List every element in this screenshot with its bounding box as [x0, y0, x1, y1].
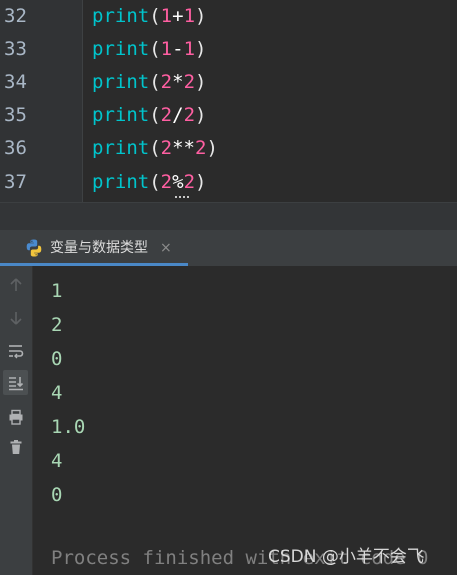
output-line: 4	[51, 450, 63, 472]
line-number: 36	[4, 137, 27, 159]
output-line: 1	[51, 280, 63, 302]
number-literal: 2	[183, 104, 196, 126]
number-literal: 1	[160, 38, 173, 60]
code-text[interactable]: print(1+1)	[92, 0, 206, 33]
number-literal: 1	[160, 5, 173, 27]
line-number: 34	[4, 71, 27, 93]
scroll-to-end-icon	[8, 376, 23, 390]
number-literal: 2	[160, 171, 173, 193]
clear-button[interactable]	[3, 434, 28, 459]
scroll-to-end-button[interactable]	[3, 370, 28, 395]
number-literal: 2	[195, 137, 207, 159]
print-button[interactable]	[3, 404, 28, 429]
paren-close: )	[195, 5, 207, 27]
paren-close: )	[206, 137, 218, 159]
number-literal: 2	[183, 171, 196, 193]
code-text[interactable]: print(2*2)	[92, 66, 206, 99]
code-text[interactable]: print(2%2)	[92, 166, 206, 199]
code-line[interactable]: 37 print(2%2)	[0, 166, 457, 199]
function-name: print	[92, 171, 150, 193]
run-tab[interactable]: 变量与数据类型 ×	[0, 230, 188, 266]
code-line[interactable]: 35 print(2/2)	[0, 99, 457, 132]
paren-open: (	[149, 38, 161, 60]
line-number: 33	[4, 38, 27, 60]
function-name: print	[92, 38, 150, 60]
run-tab-label: 变量与数据类型	[50, 240, 148, 256]
watermark: CSDN @小羊不会飞	[268, 547, 424, 567]
operator: **	[172, 137, 195, 159]
trash-icon	[10, 439, 21, 454]
paren-open: (	[149, 5, 161, 27]
paren-open: (	[149, 104, 161, 126]
function-name: print	[92, 71, 150, 93]
operator: -	[172, 38, 184, 60]
paren-close: )	[195, 71, 207, 93]
paren-open: (	[149, 71, 161, 93]
code-line[interactable]: 36 print(2**2)	[0, 132, 457, 165]
run-tab-bar: 变量与数据类型 ×	[0, 230, 457, 266]
output-line: 0	[51, 484, 63, 506]
code-line[interactable]: 32 print(1+1)	[0, 0, 457, 33]
output-line: 0	[51, 348, 63, 370]
number-literal: 1	[183, 38, 196, 60]
run-toolbar	[0, 266, 33, 575]
up-button[interactable]	[3, 272, 28, 297]
arrow-up-icon	[9, 277, 22, 291]
line-number: 35	[4, 104, 27, 126]
number-literal: 2	[160, 137, 173, 159]
operator: *	[172, 71, 184, 93]
inspection-squiggle	[175, 192, 189, 198]
output-line: 1.0	[51, 416, 86, 438]
paren-open: (	[149, 137, 161, 159]
soft-wrap-button[interactable]	[3, 338, 28, 363]
code-text[interactable]: print(1-1)	[92, 33, 206, 66]
soft-wrap-icon	[8, 344, 23, 358]
function-name: print	[92, 137, 150, 159]
code-line[interactable]: 34 print(2*2)	[0, 66, 457, 99]
number-literal: 2	[183, 71, 196, 93]
close-icon[interactable]: ×	[160, 230, 172, 266]
number-literal: 2	[160, 104, 173, 126]
line-number: 37	[4, 171, 27, 193]
function-name: print	[92, 5, 150, 27]
down-button[interactable]	[3, 305, 28, 330]
output-line: 4	[51, 382, 63, 404]
print-icon	[9, 409, 22, 425]
line-number: 32	[4, 5, 27, 27]
paren-close: )	[195, 38, 207, 60]
function-name: print	[92, 104, 150, 126]
number-literal: 1	[183, 5, 196, 27]
operator: /	[172, 104, 184, 126]
paren-close: )	[195, 104, 207, 126]
code-text[interactable]: print(2**2)	[92, 132, 218, 165]
number-literal: 2	[160, 71, 173, 93]
paren-close: )	[195, 171, 207, 193]
arrow-down-icon	[9, 311, 22, 325]
output-line: 2	[51, 314, 63, 336]
python-icon	[26, 239, 42, 257]
editor-status-strip	[0, 202, 457, 232]
code-editor[interactable]: 32 print(1+1) 33 print(1-1) 34 print(2*2…	[0, 0, 457, 202]
operator: +	[172, 5, 184, 27]
code-text[interactable]: print(2/2)	[92, 99, 206, 132]
paren-open: (	[149, 171, 161, 193]
operator: %	[172, 171, 184, 193]
code-line[interactable]: 33 print(1-1)	[0, 33, 457, 66]
console-output[interactable]: 1 2 0 4 1.0 4 0 Process finished with ex…	[33, 266, 457, 575]
